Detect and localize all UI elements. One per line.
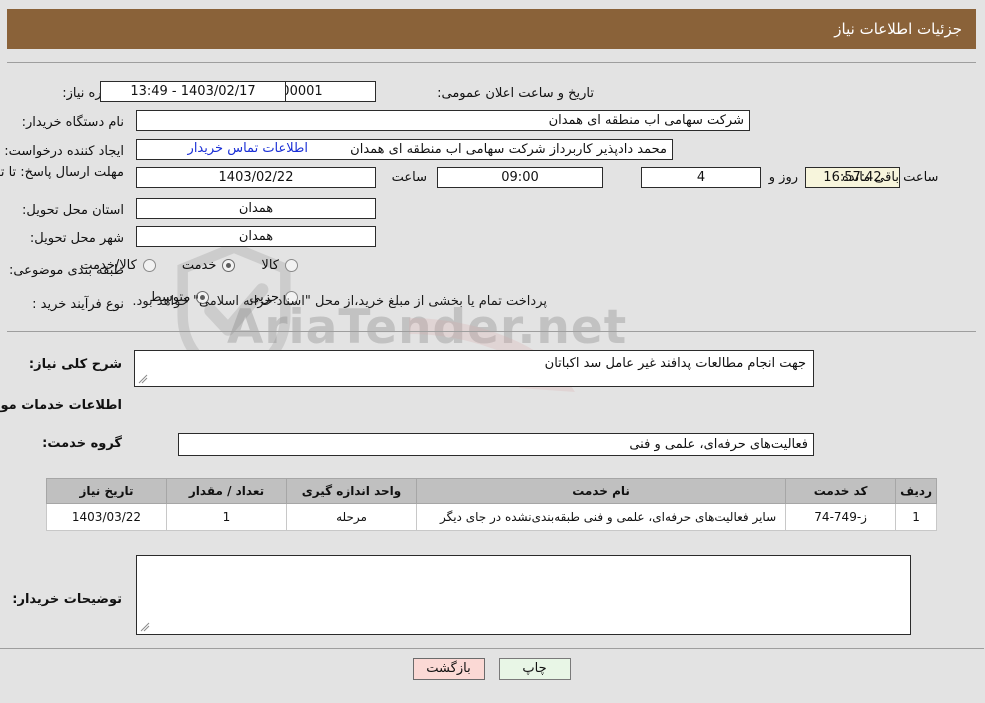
- table-header-row: ردیف کد خدمت نام خدمت واحد اندازه گیری ت…: [47, 478, 938, 504]
- table-row: 1 ز-749-74 سایر فعالیت‌های حرفه‌ای، علمی…: [47, 503, 938, 531]
- deadline-label: مهلت ارسال پاسخ: تا تاریخ:: [0, 165, 125, 180]
- description-label: شرح کلی نیاز:: [29, 357, 123, 372]
- radio-indicator[interactable]: [143, 259, 157, 272]
- buyer-contact-link[interactable]: اطلاعات تماس خریدار: [158, 141, 309, 156]
- services-table-head: ردیف کد خدمت نام خدمت واحد اندازه گیری ت…: [47, 478, 938, 504]
- services-section-heading: اطلاعات خدمات مورد نیاز: [0, 398, 123, 413]
- category-radio-group[interactable]: کالا خدمت کالا/خدمت: [81, 258, 299, 273]
- print-button[interactable]: چاپ: [499, 658, 572, 680]
- creator-label-row: ایجاد کننده درخواست:: [5, 140, 125, 162]
- buyer-org-label: نام دستگاه خریدار:: [22, 114, 125, 130]
- services-table-body: 1 ز-749-74 سایر فعالیت‌های حرفه‌ای، علمی…: [47, 503, 938, 531]
- cell-need-date: 1403/03/22: [47, 503, 168, 531]
- province-label-row: استان محل تحویل:: [23, 199, 125, 221]
- cell-unit: مرحله: [287, 503, 418, 531]
- category-option-kala[interactable]: کالا: [262, 258, 299, 273]
- category-option-khedmat[interactable]: خدمت: [183, 258, 237, 273]
- process-type-label: نوع فرآیند خرید :: [33, 296, 125, 312]
- hour-label: ساعت: [392, 170, 428, 185]
- description-value: جهت انجام مطالعات پدافند غیر عامل سد اکب…: [545, 356, 807, 371]
- back-button[interactable]: بازگشت: [413, 658, 486, 680]
- col-header-code: کد خدمت: [786, 478, 898, 504]
- category-option-label: خدمت: [182, 258, 218, 273]
- cell-code: ز-749-74: [786, 503, 898, 531]
- service-group-label: گروه خدمت:: [43, 436, 123, 451]
- province-value: همدان: [137, 198, 377, 219]
- buyer-org-label-row: نام دستگاه خریدار:: [23, 111, 125, 133]
- col-header-need-date: تاریخ نیاز: [47, 478, 168, 504]
- remaining-time-label: ساعت باقی مانده: [843, 170, 940, 185]
- payment-note: پرداخت تمام یا بخشی از مبلغ خرید،از محل …: [133, 294, 548, 309]
- radio-indicator[interactable]: [286, 259, 299, 272]
- province-label: استان محل تحویل:: [23, 202, 125, 218]
- city-value: همدان: [137, 226, 377, 247]
- city-label-row: شهر محل تحویل:: [31, 227, 125, 249]
- page-root: AriaTender.net جزئیات اطلاعات نیاز شماره…: [0, 0, 985, 703]
- page-title: جزئیات اطلاعات نیاز: [835, 20, 963, 38]
- service-group-value: فعالیت‌های حرفه‌ای، علمی و فنی: [179, 433, 815, 456]
- announce-datetime-label: تاریخ و ساعت اعلان عمومی:: [438, 85, 595, 101]
- category-option-label: کالا: [262, 258, 280, 273]
- radio-indicator[interactable]: [223, 259, 237, 272]
- footer-button-bar: چاپ بازگشت: [0, 658, 985, 680]
- services-table: ردیف کد خدمت نام خدمت واحد اندازه گیری ت…: [47, 478, 938, 531]
- cell-quantity: 1: [167, 503, 288, 531]
- description-textarea[interactable]: جهت انجام مطالعات پدافند غیر عامل سد اکب…: [135, 350, 815, 387]
- days-and-label: روز و: [769, 170, 799, 185]
- buyer-notes-label: توضیحات خریدار:: [13, 592, 123, 607]
- footer-divider: [0, 648, 985, 649]
- col-header-unit: واحد اندازه گیری: [287, 478, 418, 504]
- col-header-quantity: تعداد / مقدار: [167, 478, 288, 504]
- buyer-org-value: شرکت سهامی اب منطقه ای همدان: [137, 110, 751, 131]
- cell-name: سایر فعالیت‌های حرفه‌ای، علمی و فنی طبقه…: [416, 503, 788, 531]
- category-option-kala-khedmat[interactable]: کالا/خدمت: [81, 258, 157, 273]
- resize-grip-icon[interactable]: [139, 374, 149, 384]
- resize-grip-icon[interactable]: [141, 622, 151, 632]
- deadline-date-value: 1403/02/22: [137, 167, 377, 188]
- process-label-row: نوع فرآیند خرید :: [33, 293, 125, 315]
- cell-radif: 1: [896, 503, 938, 531]
- col-header-name: نام خدمت: [416, 478, 788, 504]
- remaining-days-value: 4: [642, 167, 762, 188]
- col-header-radif: ردیف: [896, 478, 938, 504]
- announce-label-row: تاریخ و ساعت اعلان عمومی:: [438, 82, 595, 104]
- announce-datetime-value: 1403/02/17 - 13:49: [101, 81, 287, 102]
- buyer-notes-textarea[interactable]: [137, 555, 912, 635]
- creator-label: ایجاد کننده درخواست:: [5, 143, 125, 159]
- category-option-label: کالا/خدمت: [81, 258, 138, 273]
- window-titlebar: جزئیات اطلاعات نیاز: [8, 9, 977, 49]
- hour-value: 09:00: [438, 167, 604, 188]
- city-label: شهر محل تحویل:: [30, 230, 125, 246]
